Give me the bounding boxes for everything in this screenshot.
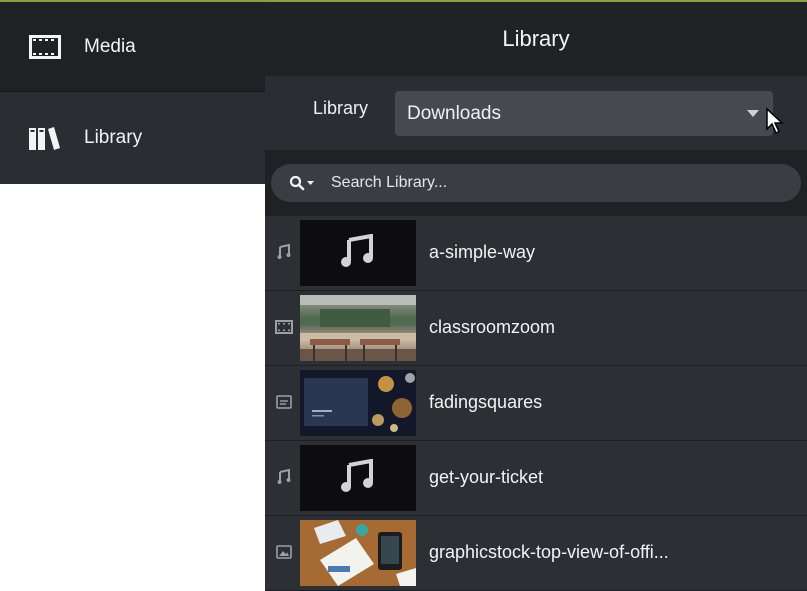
books-icon <box>26 124 64 152</box>
search-box[interactable] <box>271 164 801 202</box>
sidebar: Media Library <box>0 2 265 184</box>
sidebar-item-label: Library <box>84 127 143 148</box>
item-name: classroomzoom <box>429 317 556 337</box>
sidebar-item-media[interactable]: Media <box>0 2 265 92</box>
audio-thumbnail <box>300 445 416 511</box>
list-item[interactable]: fadingsquares <box>265 366 807 441</box>
item-name: graphicstock-top-view-of-offi... <box>429 542 669 562</box>
search-bar <box>265 150 807 216</box>
music-note-icon <box>275 243 293 261</box>
sidebar-item-label: Media <box>84 35 136 57</box>
search-icon[interactable] <box>289 175 317 191</box>
list-item[interactable]: graphicstock-top-view-of-offi... <box>265 516 807 591</box>
music-note-icon <box>340 233 376 273</box>
library-dropdown-value: Downloads <box>407 102 501 124</box>
library-dropdown[interactable]: Downloads <box>395 91 784 136</box>
list-item[interactable]: classroomzoom <box>265 291 807 366</box>
item-name: get-your-ticket <box>429 467 544 487</box>
item-name: fadingsquares <box>429 392 543 412</box>
library-panel: Library Library Downloads Search Library… <box>265 2 807 591</box>
chevron-down-icon[interactable] <box>747 110 759 117</box>
film-strip-icon <box>275 318 293 336</box>
list-item[interactable]: a-simple-way <box>265 216 807 291</box>
library-list: a-simple-way classroomzoom fadingsquares… <box>265 216 807 591</box>
caption-icon <box>275 393 293 411</box>
template-thumbnail <box>300 370 416 436</box>
film-strip-icon <box>26 33 64 61</box>
image-icon <box>275 543 293 561</box>
audio-thumbnail <box>300 220 416 286</box>
image-thumbnail <box>300 520 416 586</box>
list-item[interactable]: get-your-ticket <box>265 441 807 516</box>
panel-title: Library <box>265 2 807 76</box>
music-note-icon <box>340 458 376 498</box>
search-input[interactable] <box>329 173 753 193</box>
library-label: Library <box>313 98 369 118</box>
sidebar-item-library[interactable]: Library <box>0 93 265 183</box>
mouse-pointer-icon <box>765 107 785 141</box>
item-name: a-simple-way <box>429 242 536 262</box>
library-selector-row: Library Downloads <box>265 76 807 150</box>
music-note-icon <box>275 468 293 486</box>
video-thumbnail <box>300 295 416 361</box>
